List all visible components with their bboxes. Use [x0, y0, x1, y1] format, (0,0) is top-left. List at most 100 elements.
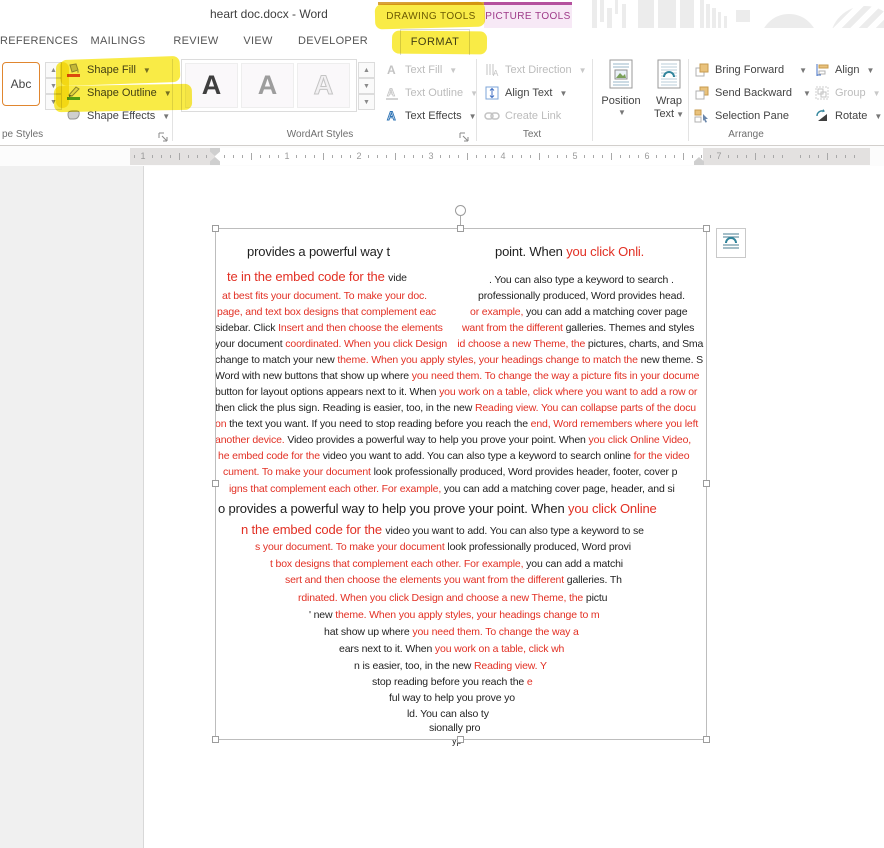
shape-style-preset[interactable]: Abc — [2, 62, 40, 106]
resize-handle-top-left[interactable] — [212, 225, 219, 232]
ruler-tick — [386, 155, 387, 158]
ruler-number: 2 — [356, 151, 362, 161]
align-objects-icon — [814, 62, 830, 78]
svg-text:A: A — [493, 69, 499, 78]
paint-bucket-icon — [66, 62, 82, 78]
gallery-scroll-down-icon[interactable]: ▼ — [358, 78, 375, 94]
tab-developer[interactable]: DEVELOPER — [298, 28, 368, 55]
vertical-text-icon: A — [484, 62, 500, 78]
ruler-tick — [773, 155, 774, 158]
ruler-tick — [728, 155, 729, 158]
ruler-tick — [170, 155, 171, 158]
ruler-tick — [305, 155, 306, 158]
ruler-tick — [755, 153, 756, 160]
gallery-scroll-down-icon[interactable]: ▼ — [45, 78, 62, 94]
text-effects-button[interactable]: A Text Effects ▼ — [384, 105, 477, 127]
resize-handle-top-right[interactable] — [703, 225, 710, 232]
ruler-tick — [566, 155, 567, 158]
ruler-tick — [602, 155, 603, 158]
bring-forward-button[interactable]: Bring Forward ▼ — [694, 59, 807, 81]
resize-handle-middle-right[interactable] — [703, 480, 710, 487]
resize-handle-middle-left[interactable] — [212, 480, 219, 487]
ruler-tick — [404, 155, 405, 158]
shape-outline-label: Shape Outline — [87, 87, 157, 99]
group-label-shape-styles: pe Styles — [2, 129, 44, 140]
position-button[interactable]: Position ▼ — [598, 58, 644, 138]
drawing-tools-header: DRAWING TOOLS — [378, 2, 484, 28]
resize-handle-top-middle[interactable] — [457, 225, 464, 232]
text-fill-button[interactable]: A Text Fill ▼ — [384, 59, 457, 81]
rotate-icon — [814, 108, 830, 124]
dialog-launcher-icon[interactable] — [158, 130, 169, 142]
ruler-tick — [449, 155, 450, 158]
shape-outline-button[interactable]: Shape Outline ▼ — [66, 82, 172, 104]
ruler-tick — [188, 155, 189, 158]
shape-fill-button[interactable]: Shape Fill ▼ — [66, 59, 151, 81]
align-text-label: Align Text — [505, 87, 553, 99]
ruler-tick — [152, 155, 153, 158]
chevron-down-icon: ▼ — [799, 65, 807, 75]
shape-effects-button[interactable]: Shape Effects ▼ — [66, 105, 170, 127]
ruler-tick — [665, 155, 666, 158]
gallery-more-icon[interactable]: ▼ — [358, 94, 375, 110]
group-divider — [172, 59, 173, 141]
selection-pane-button[interactable]: Selection Pane — [694, 105, 789, 127]
resize-handle-bottom-middle[interactable] — [457, 736, 464, 743]
resize-handle-bottom-right[interactable] — [703, 736, 710, 743]
ruler-number: 5 — [572, 151, 578, 161]
group-label-wordart-styles: WordArt Styles — [286, 129, 354, 140]
gallery-scroll-up-icon[interactable]: ▲ — [45, 62, 62, 78]
svg-text:A: A — [387, 109, 396, 123]
ruler-tick — [674, 155, 675, 158]
tab-view[interactable]: VIEW — [240, 28, 276, 55]
dialog-launcher-icon[interactable] — [459, 130, 470, 142]
ruler-tick — [179, 153, 180, 160]
layout-options-icon — [721, 231, 741, 256]
send-backward-label: Send Backward — [715, 87, 793, 99]
tab-mailings[interactable]: MAILINGS — [88, 28, 148, 55]
chevron-down-icon: ▼ — [676, 110, 685, 119]
wordart-style-3[interactable]: A — [297, 63, 350, 108]
wordart-style-2[interactable]: A — [241, 63, 294, 108]
group-button[interactable]: Group ▼ — [814, 82, 881, 104]
ruler-tick — [413, 155, 414, 158]
gallery-scroll-up-icon[interactable]: ▲ — [358, 62, 375, 78]
rotate-button[interactable]: Rotate ▼ — [814, 105, 882, 127]
group-label: Group — [835, 87, 866, 99]
ruler-tick — [584, 155, 585, 158]
gallery-more-icon[interactable]: ▼ — [45, 94, 62, 110]
text-direction-button[interactable]: A Text Direction ▼ — [484, 59, 587, 81]
wrap-text-button[interactable]: Wrap Text ▼ — [646, 58, 692, 138]
rotation-handle[interactable] — [455, 205, 466, 216]
ruler-tick — [638, 155, 639, 158]
ruler-number: 4 — [500, 151, 506, 161]
wordart-gallery: A A A — [181, 59, 357, 112]
ruler-number: 1 — [284, 151, 290, 161]
align-button[interactable]: Align ▼ — [814, 59, 874, 81]
resize-handle-bottom-left[interactable] — [212, 736, 219, 743]
ruler-tick — [485, 155, 486, 158]
tab-review[interactable]: REVIEW — [172, 28, 220, 55]
align-text-button[interactable]: Align Text ▼ — [484, 82, 567, 104]
titlebar-art-bar — [736, 10, 750, 22]
chain-link-icon — [484, 108, 500, 124]
ruler-tick — [440, 155, 441, 158]
create-link-button[interactable]: Create Link — [484, 105, 561, 127]
ruler-tick — [224, 155, 225, 158]
horizontal-ruler[interactable]: 1 1 2 3 4 5 6 7 — [130, 148, 870, 165]
create-link-label: Create Link — [505, 110, 562, 122]
send-backward-button[interactable]: Send Backward ▼ — [694, 82, 811, 104]
ruler-tick — [161, 155, 162, 158]
ruler-tick — [809, 155, 810, 158]
3d-shape-icon — [66, 108, 82, 124]
tab-format-drawing-active[interactable]: FORMAT — [400, 29, 470, 55]
text-fill-label: Text Fill — [405, 64, 443, 76]
letter-a-outline-icon: A — [384, 85, 400, 101]
text-outline-button[interactable]: A Text Outline ▼ — [384, 82, 478, 104]
wordart-style-1[interactable]: A — [185, 63, 238, 108]
align-text-icon — [484, 85, 500, 101]
shape-selection-box — [215, 228, 707, 740]
tab-references[interactable]: REFERENCES — [0, 28, 78, 55]
ruler-tick — [818, 155, 819, 158]
layout-options-button[interactable] — [716, 228, 746, 258]
